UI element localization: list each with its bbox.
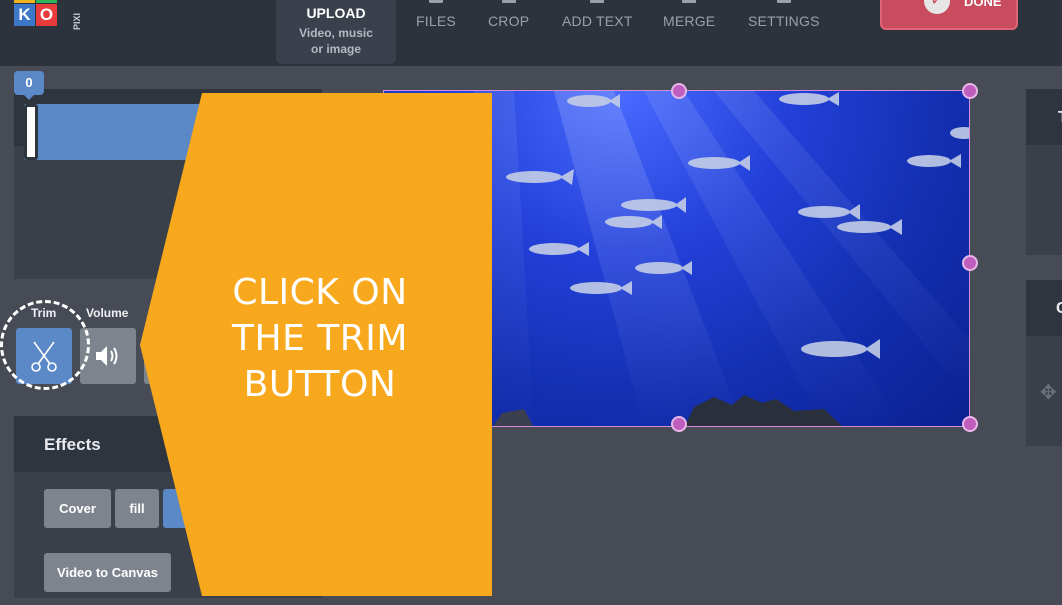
trim-start-value-badge: 0 <box>14 71 44 100</box>
nav-add-text[interactable]: ADD TEXT <box>562 0 633 29</box>
trim-highlight-ring <box>0 300 90 390</box>
move-icon[interactable]: ✥ <box>1040 380 1062 404</box>
volume-label: Volume <box>86 306 129 320</box>
right-panel-upper-title: T <box>1026 89 1062 145</box>
effect-video-to-canvas-button[interactable]: Video to Canvas <box>44 553 171 592</box>
resize-handle-bottom[interactable] <box>671 416 687 432</box>
nav-files[interactable]: FILES <box>416 0 456 29</box>
nav-crop[interactable]: CROP <box>488 0 529 29</box>
done-button[interactable]: ✓ DONE <box>880 0 1018 30</box>
right-panel-lower: C ✥ <box>1026 280 1062 446</box>
app-logo[interactable]: K O PIXI <box>14 0 86 30</box>
tutorial-callout-text: CLICK ON THE TRIM BUTTON <box>170 270 470 408</box>
nav-upload-description: Video, music or image <box>299 26 373 56</box>
nav-merge[interactable]: MERGE <box>663 0 715 29</box>
check-icon: ✓ <box>924 0 950 14</box>
right-panel-lower-title: C <box>1026 280 1062 336</box>
resize-handle-top[interactable] <box>671 83 687 99</box>
nav-upload-title: UPLOAD <box>306 5 366 21</box>
callout-line-3: BUTTON <box>243 364 397 405</box>
resize-handle-top-right[interactable] <box>962 83 978 99</box>
logo-letter-k: K <box>14 4 35 26</box>
done-label: DONE <box>964 0 1002 9</box>
resize-handle-right[interactable] <box>962 255 978 271</box>
resize-handle-bottom-right[interactable] <box>962 416 978 432</box>
effect-fill-button[interactable]: fill <box>115 489 159 528</box>
callout-line-2: THE TRIM <box>232 318 408 359</box>
logo-letter-o: O <box>36 4 57 26</box>
logo-tile-yellow <box>14 0 35 3</box>
trim-start-handle[interactable] <box>24 104 38 160</box>
logo-tile-green <box>36 0 57 3</box>
nav-upload-button[interactable]: UPLOAD Video, music or image <box>276 0 396 64</box>
nav-settings[interactable]: SETTINGS <box>748 0 820 29</box>
right-panel-upper: T <box>1026 89 1062 255</box>
effect-cover-button[interactable]: Cover <box>44 489 111 528</box>
callout-line-1: CLICK ON <box>232 272 408 313</box>
logo-subtitle: PIXI <box>72 12 82 30</box>
top-navigation-bar: K O PIXI UPLOAD Video, music or image FI… <box>0 0 1062 66</box>
